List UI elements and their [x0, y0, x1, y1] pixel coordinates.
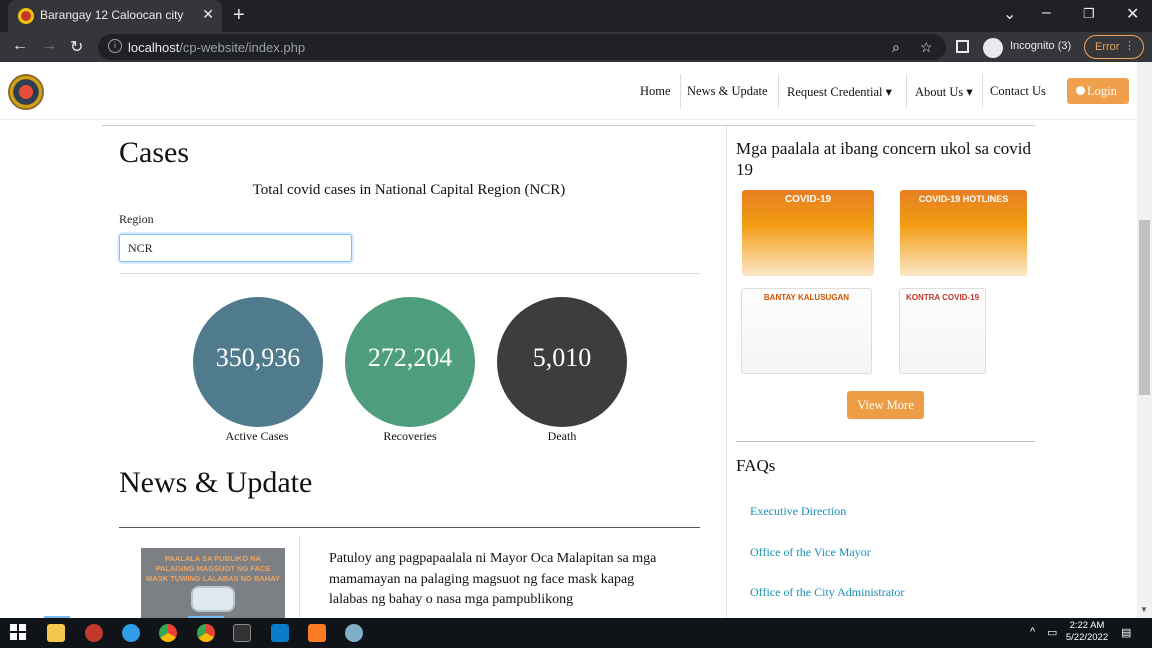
news-body: Patuloy ang pagpapaalala ni Mayor Oca Ma…: [329, 551, 657, 607]
menu-dots-icon: ⋮: [1124, 40, 1135, 52]
reload-icon[interactable]: ↻: [70, 37, 83, 57]
side-panel-icon[interactable]: [956, 40, 969, 53]
login-button[interactable]: Login: [1067, 78, 1129, 104]
forward-icon[interactable]: →: [41, 37, 57, 55]
clock-time: 2:22 AM: [1069, 620, 1105, 631]
file-explorer-icon[interactable]: [47, 624, 65, 642]
network-icon[interactable]: ▭: [1047, 626, 1057, 639]
active-cases-label: Active Cases: [225, 429, 289, 443]
face-mask-icon: [191, 586, 235, 612]
scroll-down-icon[interactable]: ▼: [1140, 605, 1148, 614]
hotlines-poster-thumbnail[interactable]: COVID-19 HOTLINES: [900, 190, 1027, 276]
address-bar[interactable]: i localhost/cp-website/index.php ⌕ ☆: [98, 34, 946, 60]
news-divider: [119, 527, 700, 528]
nav-home[interactable]: Home: [640, 84, 671, 99]
chrome-incognito-icon[interactable]: [197, 624, 215, 642]
windows-start-icon[interactable]: [10, 624, 28, 642]
death-label: Death: [547, 429, 577, 443]
faq-vice-mayor[interactable]: Office of the Vice Mayor: [750, 545, 871, 560]
news-separator: [299, 535, 300, 618]
scrollbar-thumb[interactable]: [1139, 220, 1150, 395]
xampp-icon[interactable]: [308, 624, 326, 642]
cases-subtitle: Total covid cases in National Capital Re…: [252, 182, 566, 198]
view-more-button[interactable]: View More: [847, 391, 924, 419]
sidebar-divider: [736, 441, 1035, 442]
new-tab-icon[interactable]: +: [233, 4, 245, 27]
chrome-icon[interactable]: [159, 624, 177, 642]
nav-news-update[interactable]: News & Update: [687, 84, 768, 99]
nav-request-credential[interactable]: Request Credential ▾: [787, 84, 892, 100]
vscode-icon[interactable]: [271, 624, 289, 642]
region-label: Region: [119, 212, 154, 226]
nav-divider: [906, 74, 907, 108]
death-circle: 5,010: [497, 297, 627, 427]
cases-divider: [119, 273, 700, 274]
restore-icon[interactable]: ❐: [1083, 6, 1095, 22]
info-icon[interactable]: i: [108, 39, 122, 53]
close-window-icon[interactable]: ✕: [1126, 4, 1139, 24]
covid-poster-thumbnail[interactable]: COVID-19: [742, 190, 874, 276]
top-divider: [102, 125, 1035, 126]
nav-about-us[interactable]: About Us ▾: [915, 84, 973, 100]
faqs-heading: FAQs: [736, 456, 776, 475]
windows-taskbar: [0, 618, 1152, 648]
back-icon[interactable]: ←: [12, 37, 28, 55]
minimize-icon[interactable]: –: [1042, 4, 1051, 22]
recoveries-circle: 272,204: [345, 297, 475, 427]
tab-search-icon[interactable]: ⌄: [1003, 4, 1016, 24]
browser-toolbar: ← → ↻ i localhost/cp-website/index.php ⌕…: [0, 32, 1152, 62]
caloocan-seal-logo[interactable]: [8, 74, 44, 110]
browser-tab[interactable]: Barangay 12 Caloocan city ✕: [8, 0, 222, 32]
bookmark-star-icon[interactable]: ☆: [920, 39, 933, 56]
app-icon[interactable]: [85, 624, 103, 642]
url-text[interactable]: localhost/cp-website/index.php: [128, 40, 305, 55]
nav-contact-us[interactable]: Contact Us: [990, 84, 1046, 99]
notifications-icon[interactable]: ▤: [1121, 626, 1131, 639]
tray-chevron-icon[interactable]: ^: [1030, 626, 1035, 638]
active-indicator: [44, 616, 70, 618]
news-image-caption: PAALALA SA PUBLIKO NA PALAGING MAGSUOT N…: [146, 554, 280, 583]
column-separator: [726, 126, 727, 618]
terminal-icon[interactable]: [233, 624, 251, 642]
region-input[interactable]: [119, 234, 352, 262]
cases-heading: Cases: [119, 136, 189, 169]
edge-icon[interactable]: [122, 624, 140, 642]
kontra-covid-thumbnail[interactable]: KONTRA COVID-19: [899, 288, 986, 374]
favicon-icon: [18, 8, 34, 24]
error-button[interactable]: Error ⋮: [1084, 35, 1144, 59]
taskbar-clock[interactable]: 2:22 AM 5/22/2022: [1060, 620, 1114, 644]
nav-divider: [680, 74, 681, 108]
close-tab-icon[interactable]: ✕: [202, 6, 214, 23]
news-thumbnail-image[interactable]: PAALALA SA PUBLIKO NA PALAGING MAGSUOT N…: [141, 548, 285, 618]
tab-title: Barangay 12 Caloocan city: [40, 8, 184, 22]
recoveries-label: Recoveries: [383, 429, 437, 443]
nav-divider: [778, 74, 779, 108]
nav-divider: [982, 74, 983, 108]
sidebar-title: Mga paalala at ibang concern ukol sa cov…: [736, 139, 1032, 179]
incognito-label[interactable]: Incognito (3): [1010, 40, 1071, 52]
faq-city-administrator[interactable]: Office of the City Administrator: [750, 585, 904, 600]
clock-date: 5/22/2022: [1065, 632, 1109, 643]
bantay-kalusugan-thumbnail[interactable]: BANTAY KALUSUGAN: [741, 288, 872, 374]
zoom-icon[interactable]: ⌕: [892, 39, 900, 56]
browser-tabbar: Barangay 12 Caloocan city ✕ + ⌄ – ❐ ✕: [0, 0, 1152, 32]
news-heading: News & Update: [119, 466, 313, 499]
app-icon[interactable]: [345, 624, 363, 642]
faq-executive-direction[interactable]: Executive Direction: [750, 504, 846, 519]
active-indicator: [188, 616, 224, 618]
incognito-icon[interactable]: [983, 38, 1003, 58]
site-navbar: Home News & Update Request Credential ▾ …: [0, 62, 1137, 120]
user-icon: [1076, 86, 1085, 95]
active-cases-circle: 350,936: [193, 297, 323, 427]
